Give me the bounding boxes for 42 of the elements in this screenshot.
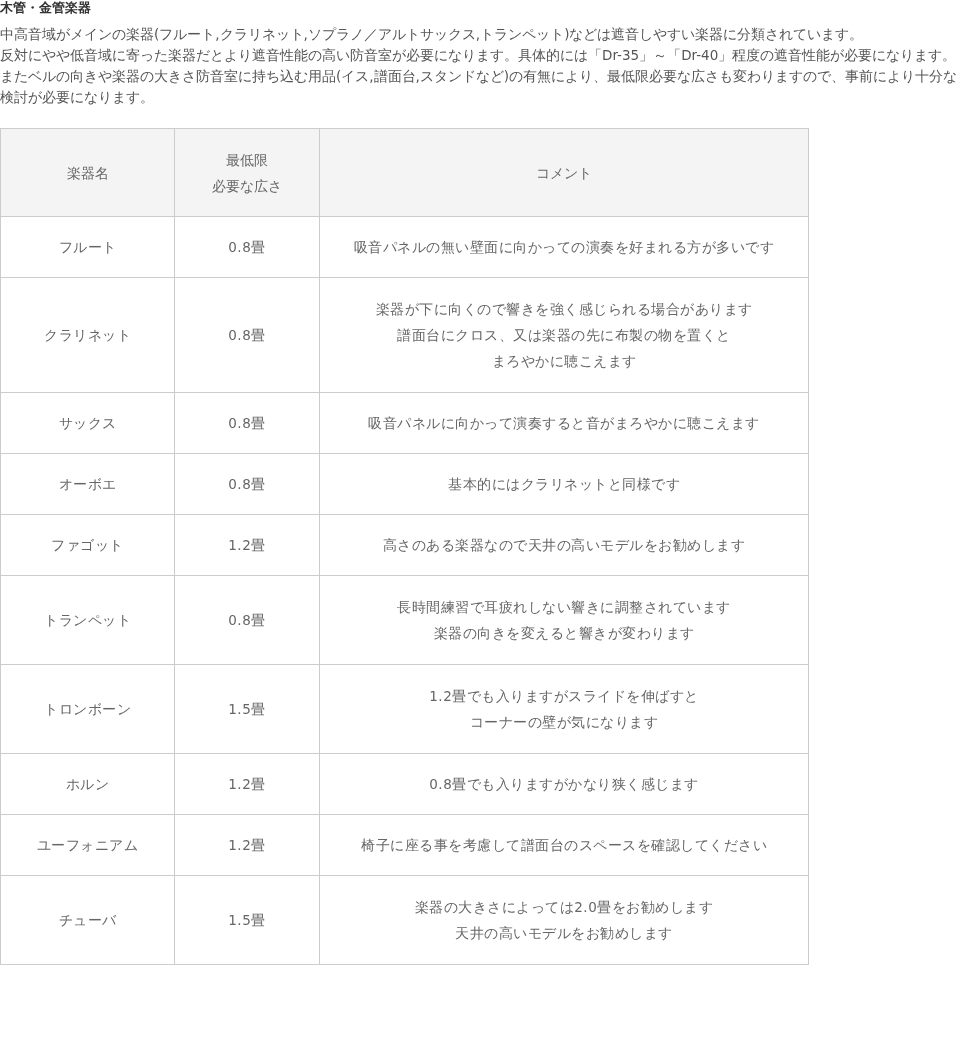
size-cell: 0.8畳 [174,277,320,393]
text-line: 天井の高いモデルをお勧めします [454,924,674,943]
text-line: コーナーの壁が気になります [468,713,660,732]
size-cell: 1.2畳 [174,814,320,876]
comment-cell: 0.8畳でも入りますがかなり狭く感じます [319,753,809,815]
comment-cell: 吸音パネルの無い壁面に向かっての演奏を好まれる方が多いです [319,216,809,278]
instrument-cell: チューバ [0,875,175,965]
text-line: 長時間練習で耳疲れしない響きに調整されています [396,598,732,617]
text-line: 1.2畳でも入りますがスライドを伸ばすと [428,687,700,706]
instrument-cell: ファゴット [0,514,175,576]
paragraph: 反対にやや低音域に寄った楽器だとより遮音性能の高い防音室が必要になります。具体的には「Dr-35」～「Dr-40」程度の遮音性能が必要になります。またベルの向きや楽器の大きさ防音室に持ち込む用品(イス,譜面台,スタンドなど)の有無により、最低限必要な広さも変わりますので、事前により十分な検討が必要になります。 [0,46,959,107]
size-cell: 0.8畳 [174,575,320,665]
text-line: 楽器の大きさによっては2.0畳をお勧めします [413,898,715,917]
size-cell: 0.8畳 [174,453,320,515]
instrument-cell: トロンボーン [0,664,175,754]
text-line: 楽器が下に向くので響きを強く感じられる場合があります [374,300,754,319]
text-line: 最低限 [225,150,269,170]
section-heading: 木管・金管楽器 [0,0,92,16]
column-header: 楽器名 [0,128,175,217]
size-cell: 1.2畳 [174,753,320,815]
instrument-cell: ユーフォニアム [0,814,175,876]
size-cell: 0.8畳 [174,392,320,454]
text-line: まろやかに聴こえます [490,352,638,371]
text-line: 必要な広さ [211,176,283,196]
comment-cell: 椅子に座る事を考慮して譜面台のスペースを確認してください [319,814,809,876]
size-cell: 1.5畳 [174,875,320,965]
instrument-cell: フルート [0,216,175,278]
size-cell: 1.5畳 [174,664,320,754]
column-header: コメント [319,128,809,217]
instrument-cell: ホルン [0,753,175,815]
text-line: 楽器の向きを変えると響きが変わります [432,624,696,643]
comment-cell: 基本的にはクラリネットと同様です [319,453,809,515]
instrument-cell: トランペット [0,575,175,665]
paragraph: 中高音域がメインの楽器(フルート,クラリネット,ソプラノ／アルトサックス,トランペット)などは遮音しやすい楽器に分類されています。 [0,25,865,44]
size-cell: 0.8畳 [174,216,320,278]
instrument-cell: オーボエ [0,453,175,515]
size-cell: 1.2畳 [174,514,320,576]
text-line: 譜面台にクロス、又は楽器の先に布製の物を置くと [396,326,732,345]
comment-cell: 高さのある楽器なので天井の高いモデルをお勧めします [319,514,809,576]
comment-cell: 吸音パネルに向かって演奏すると音がまろやかに聴こえます [319,392,809,454]
instrument-cell: サックス [0,392,175,454]
instrument-cell: クラリネット [0,277,175,393]
